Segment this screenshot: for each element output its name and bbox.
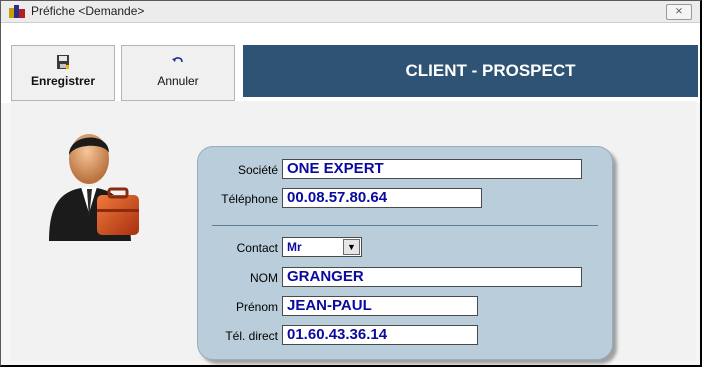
telephone-label: Téléphone [221, 192, 278, 206]
cancel-button[interactable]: Annuler [121, 45, 235, 101]
businessman-icon [49, 134, 139, 241]
form-divider [212, 225, 598, 226]
window-title: Préfiche <Demande> [31, 4, 145, 18]
toolbar: Enregistrer Annuler CLIENT - PROSPECT [1, 23, 700, 103]
form-area: Société ONE EXPERT Téléphone 00.08.57.80… [11, 101, 696, 361]
cancel-button-label: Annuler [157, 74, 199, 88]
close-icon: ⨯ [674, 6, 684, 17]
save-button[interactable]: Enregistrer [11, 45, 115, 101]
telephone-field[interactable]: 00.08.57.80.64 [282, 188, 482, 208]
chevron-down-icon[interactable]: ▼ [343, 239, 360, 255]
nom-label: NOM [250, 271, 278, 285]
nom-field[interactable]: GRANGER [282, 267, 582, 287]
client-form-panel: Société ONE EXPERT Téléphone 00.08.57.80… [197, 146, 613, 360]
tel-direct-field[interactable]: 01.60.43.36.14 [282, 325, 478, 345]
contact-select[interactable]: Mr ▼ [282, 237, 362, 257]
title-bar: Préfiche <Demande> ⨯ [1, 1, 700, 23]
undo-arrow-icon [172, 57, 183, 63]
prenom-field[interactable]: JEAN-PAUL [282, 296, 478, 316]
prenom-label: Prénom [235, 300, 278, 314]
floppy-save-icon [57, 55, 69, 69]
contact-label: Contact [236, 241, 278, 255]
app-window: Préfiche <Demande> ⨯ Enregistrer Annuler… [0, 0, 702, 367]
contact-select-value: Mr [287, 240, 302, 254]
app-icon [9, 5, 25, 18]
societe-field[interactable]: ONE EXPERT [282, 159, 582, 179]
page-title: CLIENT - PROSPECT [405, 61, 576, 80]
page-title-banner: CLIENT - PROSPECT [243, 45, 698, 97]
close-button[interactable]: ⨯ [666, 4, 692, 20]
societe-label: Société [237, 163, 278, 177]
save-button-label: Enregistrer [30, 74, 96, 88]
tel-direct-label: Tél. direct [225, 329, 278, 343]
